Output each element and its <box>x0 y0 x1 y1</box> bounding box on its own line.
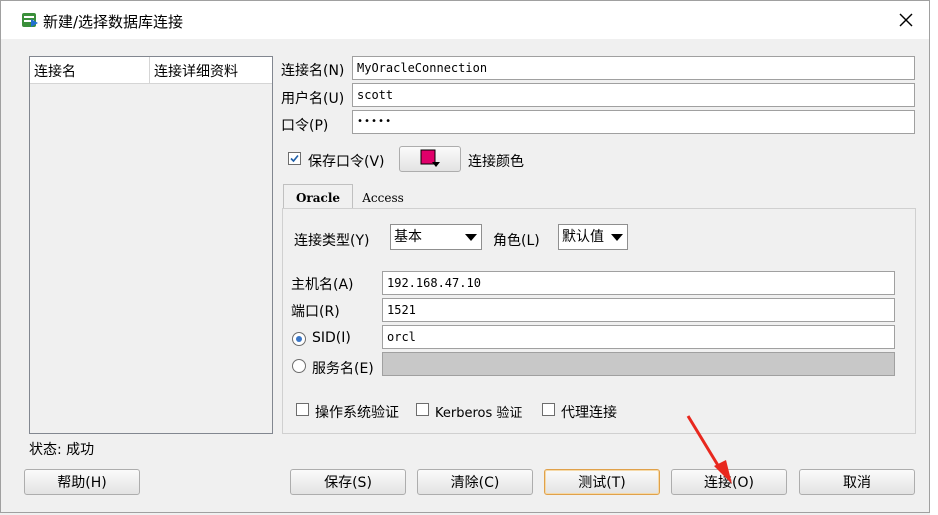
conn-type-label: 连接类型(Y) <box>294 233 370 249</box>
column-header-name[interactable]: 连接名 <box>34 61 76 81</box>
chevron-down-icon <box>465 234 477 241</box>
conn-name-label: 连接名(N) <box>281 63 345 79</box>
role-label: 角色(L) <box>493 233 540 249</box>
cancel-button[interactable]: 取消 <box>799 469 915 495</box>
conn-name-input[interactable]: MyOracleConnection <box>352 56 915 80</box>
kerberos-label: Kerberos 验证 <box>435 406 523 421</box>
port-label: 端口(R) <box>291 304 340 320</box>
host-input[interactable]: 192.168.47.10 <box>382 271 895 295</box>
red-arrow-annotation-icon <box>686 415 732 484</box>
column-separator[interactable] <box>149 57 150 83</box>
clear-button[interactable]: 清除(C) <box>417 469 533 495</box>
test-button[interactable]: 测试(T) <box>544 469 660 495</box>
role-value: 默认值 <box>562 229 604 245</box>
connection-dialog: 新建/选择数据库连接 连接名 连接详细资料 连接名(N) MyOracleCon… <box>0 0 930 513</box>
role-select[interactable]: 默认值 <box>558 224 628 250</box>
status-text: 状态: 成功 <box>29 442 95 458</box>
help-button[interactable]: 帮助(H) <box>24 469 140 495</box>
port-input[interactable]: 1521 <box>382 298 895 322</box>
kerberos-checkbox[interactable] <box>416 403 429 416</box>
proxy-label: 代理连接 <box>561 405 617 421</box>
sid-radio[interactable] <box>292 332 306 346</box>
checkmark-icon <box>290 154 299 163</box>
background-window-edge <box>930 0 938 515</box>
username-label: 用户名(U) <box>281 91 345 107</box>
tab-oracle[interactable]: Oracle <box>283 184 353 211</box>
os-auth-checkbox[interactable] <box>296 403 309 416</box>
password-input[interactable]: ••••• <box>352 110 915 134</box>
chevron-down-icon <box>611 234 623 241</box>
os-auth-label: 操作系统验证 <box>315 405 399 421</box>
connection-color-label: 连接颜色 <box>468 154 524 170</box>
conn-type-value: 基本 <box>394 229 422 245</box>
password-label: 口令(P) <box>281 118 329 134</box>
service-name-label: 服务名(E) <box>312 361 374 377</box>
save-password-label: 保存口令(V) <box>308 154 385 170</box>
color-swatch-icon <box>420 149 440 167</box>
close-button[interactable] <box>893 7 919 33</box>
sid-input[interactable]: orcl <box>382 325 895 349</box>
host-label: 主机名(A) <box>291 277 354 293</box>
connection-color-button[interactable] <box>399 146 461 172</box>
database-app-icon <box>22 13 38 27</box>
username-input[interactable]: scott <box>352 83 915 107</box>
save-button[interactable]: 保存(S) <box>290 469 406 495</box>
service-name-radio[interactable] <box>292 359 306 373</box>
save-password-checkbox[interactable] <box>288 152 301 165</box>
title-bar: 新建/选择数据库连接 <box>1 1 929 39</box>
list-header: 连接名 连接详细资料 <box>30 57 272 84</box>
service-name-input[interactable] <box>382 352 895 376</box>
conn-type-select[interactable]: 基本 <box>390 224 482 250</box>
sid-label: SID(I) <box>312 330 351 346</box>
close-icon <box>899 13 913 27</box>
proxy-checkbox[interactable] <box>542 403 555 416</box>
window-title: 新建/选择数据库连接 <box>43 13 184 31</box>
connection-list[interactable]: 连接名 连接详细资料 <box>29 56 273 434</box>
column-header-details[interactable]: 连接详细资料 <box>154 61 238 81</box>
